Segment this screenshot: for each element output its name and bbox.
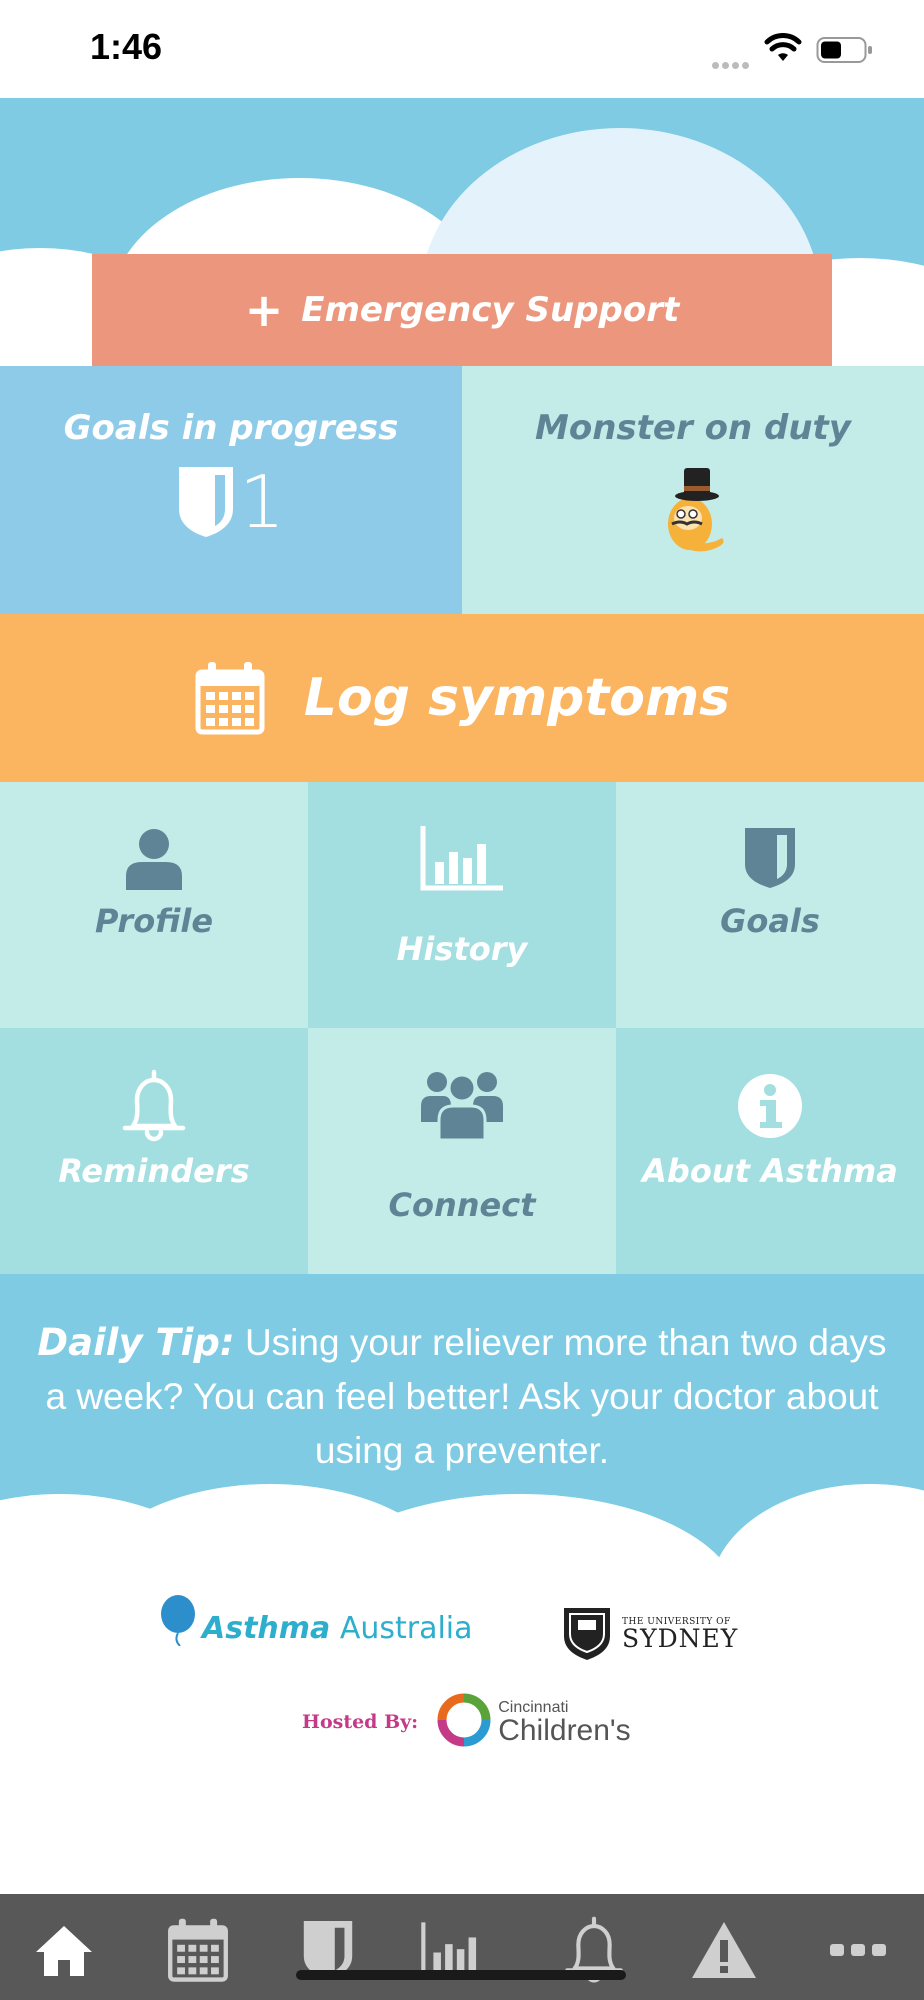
connect-button[interactable]: Connect	[308, 1028, 616, 1274]
tab-more[interactable]	[820, 1912, 896, 1988]
cch-big-text: Children's	[498, 1714, 631, 1747]
shield-icon	[179, 467, 234, 537]
connect-label: Connect	[388, 1186, 536, 1224]
status-bar: 1:46	[0, 0, 924, 98]
balloon-icon	[161, 1595, 195, 1646]
calendar-icon	[168, 1918, 228, 1982]
daily-tip-panel: Daily Tip: Using your reliever more than…	[0, 1274, 924, 1564]
monster-icon	[668, 468, 724, 552]
university-of-sydney-logo: THE UNIVERSITY OF SYDNEY	[562, 1606, 738, 1662]
crest-icon	[564, 1608, 610, 1660]
about-asthma-button[interactable]: About Asthma	[616, 1028, 924, 1274]
sydney-big-text: SYDNEY	[622, 1624, 739, 1653]
asthma-australia-logo: Asthma Australia	[158, 1594, 473, 1646]
status-time: 1:46	[90, 26, 163, 67]
history-label: History	[396, 930, 528, 968]
profile-label: Profile	[94, 902, 214, 940]
bar-chart-icon	[420, 826, 503, 891]
goals-in-progress-tile[interactable]: Goals in progress 1	[0, 366, 462, 614]
goals-count-value: 1	[239, 460, 285, 544]
profile-button[interactable]: Profile	[0, 782, 308, 1028]
home-indicator	[296, 1970, 626, 1980]
person-icon	[126, 829, 182, 890]
calendar-icon	[195, 662, 265, 735]
asthma-wordmark-bold: Asthma	[202, 1611, 331, 1646]
home-icon	[36, 1926, 92, 1976]
hosted-by-label: Hosted By:	[302, 1711, 419, 1733]
about-asthma-label: About Asthma	[642, 1152, 898, 1190]
hosted-by: Hosted By: Cincinnati Children's	[302, 1692, 631, 1752]
monster-on-duty-tile[interactable]: Monster on duty	[462, 366, 924, 614]
history-button[interactable]: History	[308, 782, 616, 1028]
daily-tip-label: Daily Tip:	[37, 1321, 235, 1364]
wifi-icon	[764, 33, 802, 61]
goals-count: 1	[177, 460, 285, 544]
tab-bar	[0, 1894, 924, 2000]
cincinnati-childrens-logo: Cincinnati Children's	[436, 1692, 631, 1752]
plus-icon: +	[244, 283, 284, 337]
goals-button[interactable]: Goals	[616, 782, 924, 1028]
log-symptoms-label: Log symptoms	[303, 668, 731, 728]
tab-emergency[interactable]	[686, 1912, 762, 1988]
shield-icon	[745, 828, 795, 888]
hero-banner: + Emergency Support	[0, 98, 924, 366]
battery-icon	[816, 37, 872, 63]
log-symptoms-button[interactable]: Log symptoms	[0, 614, 924, 782]
tab-log[interactable]	[160, 1912, 236, 1988]
emergency-support-button[interactable]: + Emergency Support	[92, 254, 832, 366]
goals-label: Goals	[720, 902, 820, 940]
group-icon	[421, 1072, 503, 1142]
reminders-label: Reminders	[58, 1152, 250, 1190]
warning-icon	[692, 1922, 756, 1978]
more-icon	[830, 1944, 886, 1956]
partner-logos: Asthma Australia THE UNIVERSITY OF SYDNE…	[0, 1564, 924, 1894]
asthma-wordmark-rest: Australia	[330, 1611, 473, 1646]
menu-grid: Profile History Goals Reminders Connect …	[0, 782, 924, 1274]
goals-in-progress-title: Goals in progress	[63, 408, 399, 448]
tab-home[interactable]	[26, 1912, 102, 1988]
cincinnati-childrens-icon	[437, 1693, 491, 1747]
bell-icon	[122, 1069, 186, 1142]
signal-icon	[712, 54, 754, 69]
monster-on-duty-title: Monster on duty	[535, 408, 851, 448]
emergency-support-label: Emergency Support	[301, 290, 680, 330]
daily-tip-text: Daily Tip: Using your reliever more than…	[30, 1316, 894, 1478]
info-icon	[738, 1074, 802, 1138]
reminders-button[interactable]: Reminders	[0, 1028, 308, 1274]
